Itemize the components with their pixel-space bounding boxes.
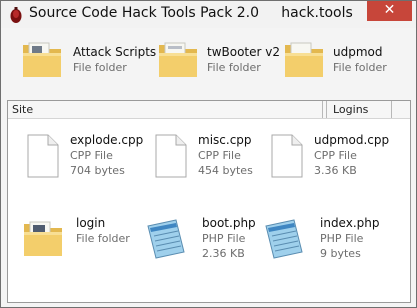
folder-icon [24, 221, 62, 256]
folder-icon [23, 42, 61, 77]
document-icon [27, 134, 59, 178]
file-item-explode-cpp[interactable]: explode.cpp CPP File 704 bytes [22, 133, 144, 183]
folder-name: login [76, 216, 106, 230]
file-item-index-php[interactable]: index.php PHP File 9 bytes [260, 216, 400, 266]
file-name: index.php [320, 216, 380, 230]
folder-icon [285, 42, 323, 77]
close-button[interactable]: ✕ [367, 1, 412, 21]
file-size: 2.36 KB [202, 247, 245, 260]
file-size: 704 bytes [70, 164, 125, 177]
file-type: CPP File [70, 149, 113, 162]
folder-item-twbooter[interactable]: twBooter v2 File folder [157, 37, 287, 87]
title-bar[interactable]: Source Code Hack Tools Pack 2.0 hack.too… [1, 1, 416, 28]
file-name: explode.cpp [70, 133, 144, 147]
column-logins[interactable]: Logins [333, 103, 368, 116]
file-size: 3.36 KB [314, 164, 357, 177]
explorer-window: Source Code Hack Tools Pack 2.0 hack.too… [0, 0, 417, 308]
file-type: PHP File [202, 232, 246, 245]
file-item-misc-cpp[interactable]: misc.cpp CPP File 454 bytes [150, 133, 270, 183]
folder-type: File folder [73, 61, 127, 74]
folder-type: File folder [333, 61, 387, 74]
folder-name: twBooter v2 [207, 45, 281, 59]
file-list-panel: Site Logins explode.cpp CPP File 704 byt… [7, 100, 411, 303]
top-folder-row: Attack Scripts File folder twBooter v2 F… [1, 29, 416, 95]
column-header: Site Logins [8, 101, 410, 119]
file-type: CPP File [198, 149, 241, 162]
folder-icon [159, 42, 197, 77]
file-name: boot.php [202, 216, 256, 230]
folder-item-udpmod[interactable]: udpmod File folder [283, 37, 403, 87]
column-divider [326, 101, 327, 118]
folder-name: Attack Scripts [73, 45, 157, 59]
column-divider[interactable] [391, 101, 392, 118]
column-divider[interactable] [322, 101, 323, 118]
folder-name: udpmod [333, 45, 383, 59]
folder-item-login[interactable]: login File folder [22, 216, 142, 266]
notepad-icon [147, 219, 185, 259]
file-item-boot-php[interactable]: boot.php PHP File 2.36 KB [142, 216, 272, 266]
file-size: 9 bytes [320, 247, 361, 260]
file-name: misc.cpp [198, 133, 252, 147]
file-item-udpmod-cpp[interactable]: udpmod.cpp CPP File 3.36 KB [266, 133, 396, 183]
file-type: CPP File [314, 149, 357, 162]
document-icon [271, 134, 303, 178]
file-type: PHP File [320, 232, 364, 245]
file-name: udpmod.cpp [314, 133, 390, 147]
window-title: Source Code Hack Tools Pack 2.0 hack.too… [29, 5, 353, 21]
folder-type: File folder [76, 232, 130, 245]
folder-item-attack-scripts[interactable]: Attack Scripts File folder [21, 37, 156, 87]
document-icon [155, 134, 187, 178]
folder-type: File folder [207, 61, 261, 74]
file-size: 454 bytes [198, 164, 253, 177]
notepad-icon [265, 219, 303, 259]
column-site[interactable]: Site [12, 103, 33, 116]
app-icon [10, 7, 22, 23]
